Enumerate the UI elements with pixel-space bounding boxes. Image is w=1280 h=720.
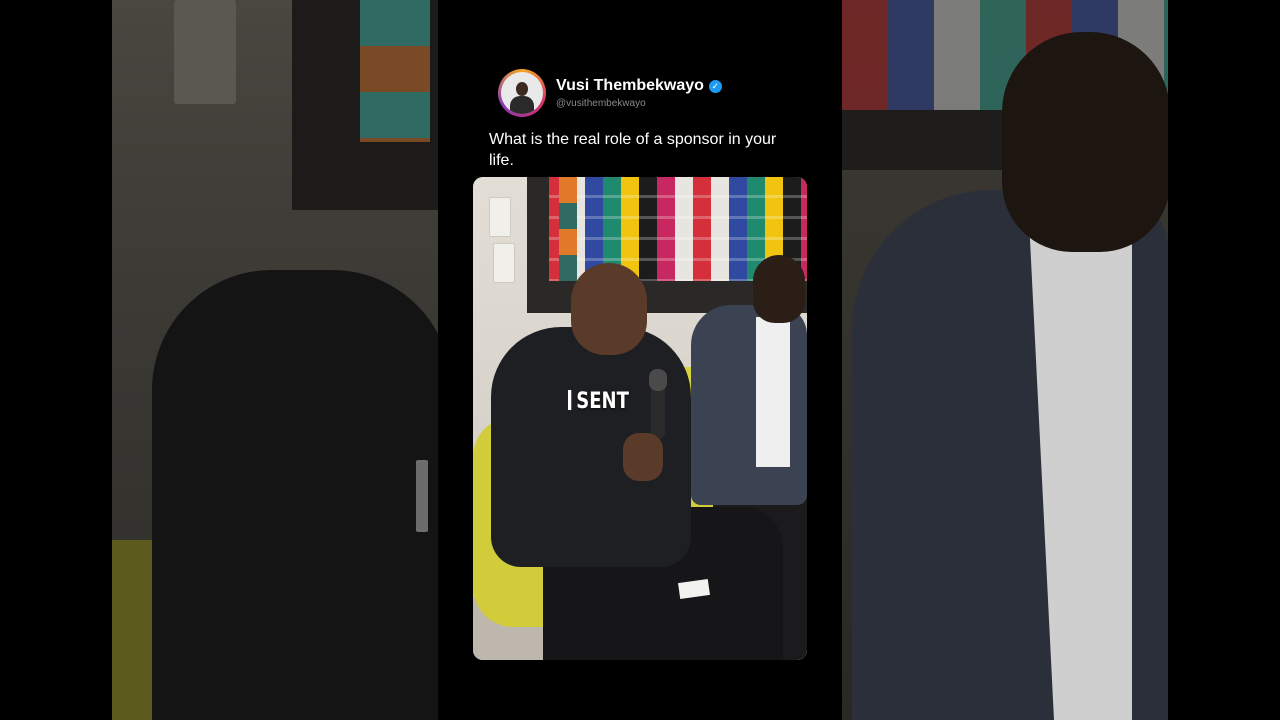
- background-speaker-figure: [152, 270, 438, 720]
- tweet-card: Vusi Thembekwayo ✓ @vusithembekwayo What…: [438, 0, 842, 720]
- video-light-switch: [489, 197, 511, 237]
- background-wall-switch: [174, 0, 236, 104]
- background-man-head: [1002, 32, 1168, 252]
- video-caption: SENT: [568, 389, 629, 414]
- video-light-switch: [493, 243, 515, 283]
- avatar-body: [510, 96, 534, 114]
- background-quilt: [360, 0, 430, 142]
- account-handle[interactable]: @vusithembekwayo: [556, 98, 722, 109]
- avatar-head: [516, 82, 528, 96]
- blurred-background-left: [112, 0, 438, 720]
- profile-avatar[interactable]: [498, 69, 546, 117]
- caption-cursor: [568, 390, 572, 410]
- account-names: Vusi Thembekwayo ✓ @vusithembekwayo: [556, 77, 722, 109]
- guest-head: [753, 255, 805, 323]
- avatar-image: [501, 72, 543, 114]
- tweet-text: What is the real role of a sponsor in yo…: [489, 131, 777, 169]
- video-quilt-edge: [559, 177, 577, 281]
- scrollbar-handle[interactable]: [416, 460, 428, 532]
- video-frame[interactable]: SENT: [473, 177, 807, 660]
- guest-shirt: [756, 317, 790, 467]
- caption-text: SENT: [576, 389, 629, 414]
- blurred-background-right: [842, 0, 1168, 720]
- verified-badge-icon: ✓: [708, 79, 722, 93]
- tweet-header: Vusi Thembekwayo ✓ @vusithembekwayo: [498, 69, 722, 117]
- speaker-hand: [623, 433, 663, 481]
- microphone-head: [649, 369, 667, 391]
- speaker-head: [571, 263, 647, 355]
- name-row: Vusi Thembekwayo ✓: [556, 77, 722, 95]
- background-artwork-frame: [292, 0, 438, 210]
- display-name[interactable]: Vusi Thembekwayo: [556, 77, 704, 95]
- shorts-player[interactable]: Vusi Thembekwayo ✓ @vusithembekwayo What…: [0, 0, 1280, 720]
